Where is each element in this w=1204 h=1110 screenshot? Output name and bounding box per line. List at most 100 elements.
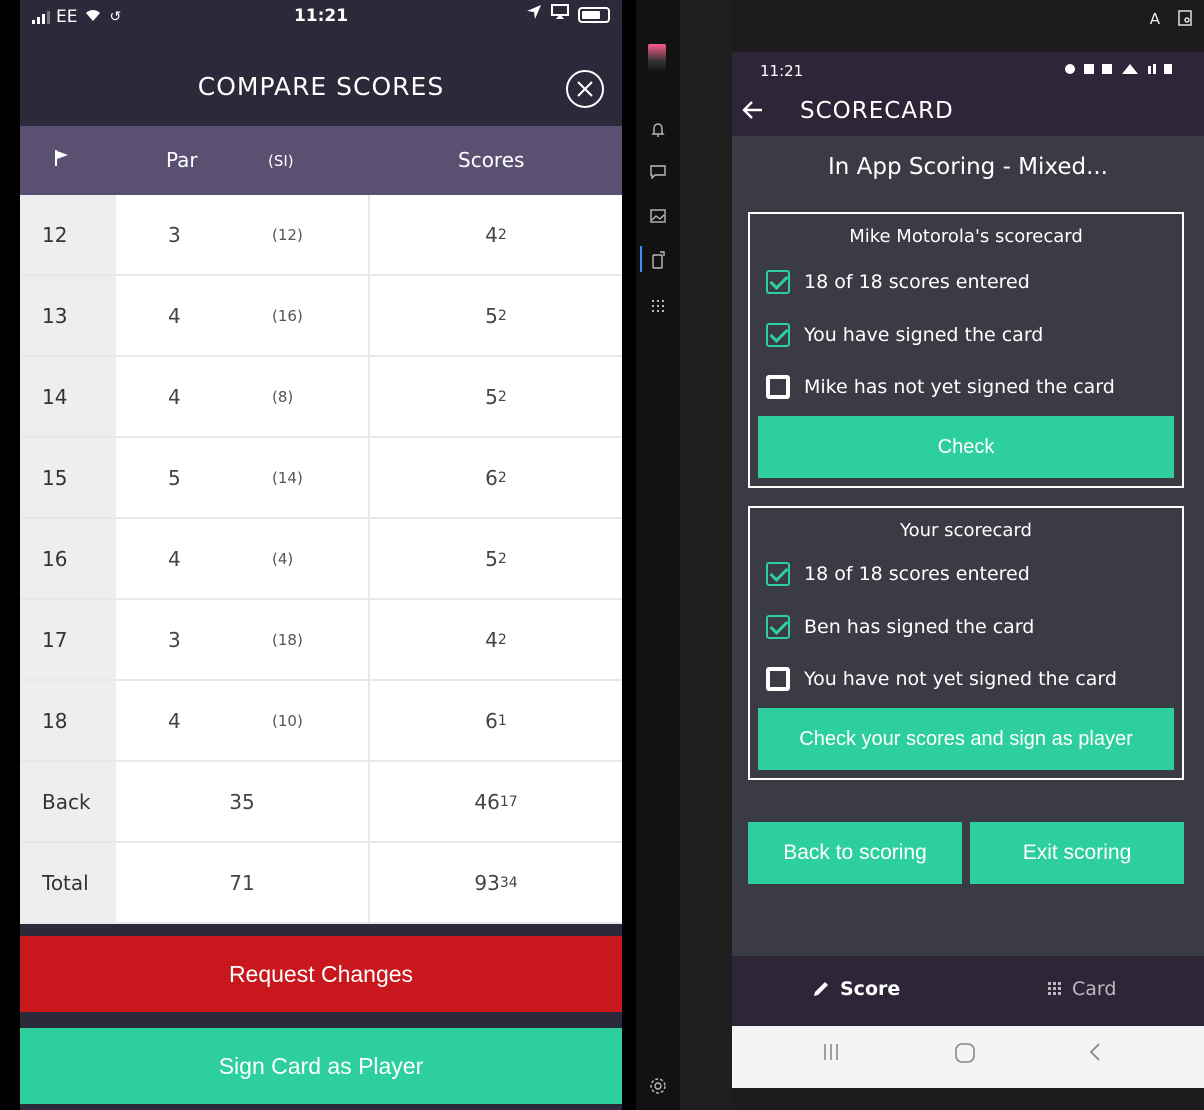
table-row: 18 4 (10) 61: [20, 681, 622, 762]
back-par: 35: [229, 789, 255, 814]
hole-si: (12): [272, 225, 303, 244]
checkbox-unchecked-icon: [766, 375, 790, 399]
hole-score: 42: [485, 222, 507, 247]
check-button[interactable]: Check: [758, 416, 1174, 478]
active-indicator: [640, 246, 642, 272]
check-and-sign-button[interactable]: Check your scores and sign as player: [758, 708, 1174, 770]
screenshot-icon[interactable]: [1178, 10, 1192, 30]
hole-si: (10): [272, 711, 303, 730]
close-icon: [577, 81, 593, 97]
status-line: You have signed the card: [766, 323, 1043, 347]
hole-si: (18): [272, 630, 303, 649]
total-par: 71: [229, 870, 255, 895]
back-arrow-icon[interactable]: [742, 98, 764, 126]
hole-si: (8): [272, 387, 294, 406]
hole-par: 4: [168, 384, 181, 409]
hole-score: 52: [485, 303, 507, 328]
checkbox-checked-icon: [766, 615, 790, 639]
battery-icon: [578, 6, 610, 23]
tab-card[interactable]: Card: [1048, 978, 1116, 1000]
phone-screen-icon[interactable]: [644, 246, 672, 274]
hole-score: 52: [485, 384, 507, 409]
total-label: Total: [20, 843, 116, 922]
exit-scoring-button[interactable]: Exit scoring: [970, 822, 1184, 884]
home-icon[interactable]: [954, 1042, 976, 1070]
bell-icon[interactable]: [644, 116, 672, 144]
hole-number: 12: [20, 195, 116, 274]
table-header: Par (SI) Scores: [20, 126, 622, 195]
table-row: 17 3 (18) 42: [20, 600, 622, 681]
app-thumbnail[interactable]: [648, 44, 666, 72]
hole-number: 17: [20, 600, 116, 679]
round-subtitle: In App Scoring - Mixed...: [828, 154, 1108, 180]
table-row: 16 4 (4) 52: [20, 519, 622, 600]
scores-table: 12 3 (12) 42 13 4 (16) 52 14 4 (8) 52 15…: [20, 195, 622, 924]
column-si: (SI): [268, 152, 294, 170]
checkbox-checked-icon: [766, 562, 790, 586]
sign-card-button[interactable]: Sign Card as Player: [20, 1028, 622, 1104]
checkbox-checked-icon: [766, 270, 790, 294]
bottom-tab-bar: Score Card: [732, 956, 1204, 1026]
hole-number: 15: [20, 438, 116, 517]
back-icon[interactable]: [1088, 1042, 1102, 1068]
close-button[interactable]: [566, 70, 604, 108]
side-toolbar: [636, 0, 680, 1110]
airplay-icon: [550, 4, 570, 25]
card-title: Your scorecard: [900, 520, 1032, 541]
appbar-title: SCORECARD: [800, 98, 954, 124]
page-title: COMPARE SCORES: [197, 72, 445, 101]
back-nine-row: Back 35 46 17: [20, 762, 622, 843]
table-row: 15 5 (14) 62: [20, 438, 622, 519]
compare-scores-screen: EE ↺ 11:21 COMPARE SCORES Par (SI) Score…: [20, 0, 622, 1110]
tab-score[interactable]: Score: [812, 978, 900, 1000]
hole-score: 52: [485, 546, 507, 571]
hole-par: 4: [168, 708, 181, 733]
opponent-scorecard: Mike Motorola's scorecard 18 of 18 score…: [748, 212, 1184, 488]
window-controls: A: [1150, 10, 1192, 30]
scorecard-content: In App Scoring - Mixed... Mike Motorola'…: [732, 136, 1204, 956]
android-status-bar: 11:21: [732, 52, 1204, 90]
compare-header: COMPARE SCORES: [20, 36, 622, 126]
scorecard-screen: A 11:21 SCORECARD In App Scoring - Mixed…: [732, 0, 1204, 1110]
hole-si: (14): [272, 468, 303, 487]
font-size-icon[interactable]: A: [1150, 10, 1160, 30]
checkbox-unchecked-icon: [766, 667, 790, 691]
status-line: Ben has signed the card: [766, 615, 1034, 639]
hole-score: 61: [485, 708, 507, 733]
hole-par: 3: [168, 222, 181, 247]
hole-par: 3: [168, 627, 181, 652]
location-icon: [526, 4, 542, 25]
status-line: You have not yet signed the card: [766, 667, 1117, 691]
ios-status-bar: EE ↺ 11:21: [20, 0, 622, 36]
image-icon[interactable]: [644, 202, 672, 230]
status-icons: [1064, 62, 1174, 79]
grid-icon: [1048, 982, 1061, 995]
status-line: 18 of 18 scores entered: [766, 562, 1030, 586]
back-score: 46 17: [474, 789, 518, 814]
android-nav-bar: [732, 1026, 1204, 1088]
total-score: 93 34: [474, 870, 518, 895]
hole-si: (16): [272, 306, 303, 325]
hole-score: 62: [485, 465, 507, 490]
total-row: Total 71 93 34: [20, 843, 622, 924]
panel-gap: [680, 0, 732, 1110]
column-par: Par: [166, 148, 198, 172]
hole-number: 14: [20, 357, 116, 436]
checkbox-checked-icon: [766, 323, 790, 347]
hole-par: 4: [168, 303, 181, 328]
request-changes-button[interactable]: Request Changes: [20, 936, 622, 1012]
table-row: 12 3 (12) 42: [20, 195, 622, 276]
column-scores: Scores: [458, 148, 525, 172]
back-to-scoring-button[interactable]: Back to scoring: [748, 822, 962, 884]
hole-par: 4: [168, 546, 181, 571]
app-bar: SCORECARD: [732, 90, 1204, 136]
back-label: Back: [20, 762, 116, 841]
settings-icon[interactable]: [644, 1072, 672, 1100]
recents-icon[interactable]: [822, 1042, 840, 1068]
hole-par: 5: [168, 465, 181, 490]
status-line: 18 of 18 scores entered: [766, 270, 1030, 294]
message-icon[interactable]: [644, 158, 672, 186]
card-title: Mike Motorola's scorecard: [849, 226, 1083, 247]
android-status-time: 11:21: [760, 62, 804, 80]
grid-icon[interactable]: [644, 292, 672, 320]
